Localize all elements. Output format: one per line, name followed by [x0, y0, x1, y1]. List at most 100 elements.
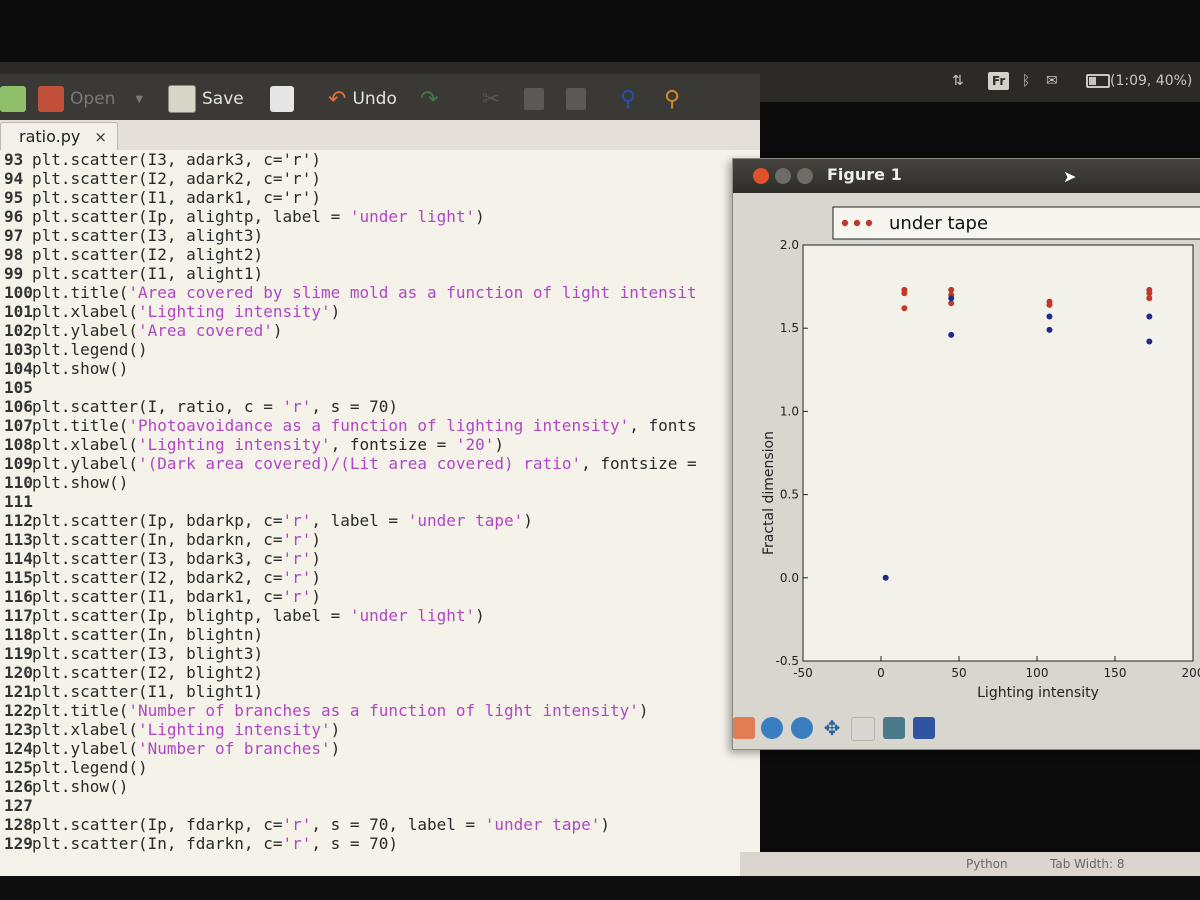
code-line: 99 plt.scatter(I1, alight1) [4, 264, 697, 283]
data-point-series-2 [948, 295, 955, 302]
code-text: plt.xlabel( [32, 302, 138, 321]
save-button[interactable]: Save [168, 82, 244, 116]
code-text: , label = [311, 511, 408, 530]
y-tick-label: 2.0 [780, 238, 799, 252]
tab-ratio-py[interactable]: ratio.py × [0, 122, 118, 150]
redo-button[interactable]: ↷ [420, 82, 438, 116]
line-number: 123 [4, 720, 33, 739]
back-icon[interactable] [761, 717, 783, 739]
window-close-icon[interactable] [753, 168, 769, 184]
string-literal: 'r' [282, 397, 312, 416]
string-literal: 'r' [282, 815, 312, 834]
legend: under tape [832, 206, 1200, 240]
line-number: 105 [4, 378, 33, 397]
code-line: 101plt.xlabel('Lighting intensity') [4, 302, 697, 321]
code-line: 107plt.title('Photoavoidance as a functi… [4, 416, 697, 435]
forward-icon[interactable] [791, 717, 813, 739]
string-literal: 'under tape' [407, 511, 524, 530]
code-text: plt.legend() [32, 758, 148, 777]
chevron-down-icon[interactable]: ▼ [135, 94, 143, 105]
copy-button[interactable] [524, 82, 544, 116]
network-arrows-icon[interactable]: ⇅ [952, 70, 964, 92]
line-number: 97 [4, 226, 24, 245]
data-point-series-2 [1146, 313, 1153, 320]
code-text: plt.title( [32, 701, 129, 720]
code-text: , s = 70) [311, 397, 399, 416]
x-axis-label: Lighting intensity [977, 685, 1099, 701]
scatter-plot: -50 0 50 100 150 200 -0.5 0.0 0.5 1.0 1.5 2.0 Light… [733, 193, 1200, 711]
code-line: 126plt.show() [4, 777, 697, 796]
paste-button[interactable] [566, 82, 586, 116]
string-literal: '20' [455, 435, 495, 454]
new-document-icon [0, 86, 26, 112]
zoom-icon[interactable] [851, 717, 875, 741]
code-text: ) [475, 207, 485, 226]
window-maximize-icon[interactable] [797, 168, 813, 184]
line-number: 114 [4, 549, 33, 568]
line-number: 98 [4, 245, 24, 264]
code-line: 113plt.scatter(In, bdarkn, c='r') [4, 530, 697, 549]
find-replace-icon: ⚲ [664, 86, 681, 112]
code-text: ) [311, 568, 321, 587]
line-number: 120 [4, 663, 33, 682]
code-text: ) [272, 321, 283, 340]
cut-button[interactable]: ✂ [482, 82, 500, 116]
line-number: 129 [4, 834, 33, 853]
find-button[interactable]: ⚲ [620, 82, 636, 116]
home-icon[interactable] [733, 717, 755, 739]
figure-title: Figure 1 [827, 165, 902, 184]
line-number: 108 [4, 435, 33, 454]
mail-icon[interactable]: ✉ [1046, 70, 1058, 92]
code-text: plt.scatter(I2, alight2) [32, 245, 264, 264]
keyboard-layout-indicator[interactable]: Fr [988, 72, 1010, 90]
code-line: 98 plt.scatter(I2, alight2) [4, 245, 697, 264]
code-text: plt.scatter(I3, alight3) [32, 226, 264, 245]
string-literal: 'r' [282, 568, 312, 587]
save-figure-icon[interactable] [913, 717, 935, 739]
x-tick-label: 0 [877, 666, 885, 680]
code-text: ) [330, 739, 341, 758]
find-replace-button[interactable]: ⚲ [664, 82, 680, 116]
line-number: 117 [4, 606, 33, 625]
string-literal: 'r' [282, 549, 312, 568]
editor-toolbar: Open ▼ Save ↶ Undo ↷ ✂ ⚲ ⚲ [0, 74, 760, 124]
code-line: 109plt.ylabel('(Dark area covered)/(Lit … [4, 454, 697, 473]
code-text: plt.ylabel( [32, 454, 138, 473]
code-text: ) [330, 302, 341, 321]
code-line: 127 [4, 796, 697, 815]
code-line: 128plt.scatter(Ip, fdarkp, c='r', s = 70… [4, 815, 697, 834]
code-line: 97 plt.scatter(I3, alight3) [4, 226, 697, 245]
tab-width-selector[interactable]: Tab Width: 8 [1050, 857, 1124, 871]
battery-icon[interactable] [1086, 74, 1110, 88]
code-text: plt.scatter(I3, bdark3, c= [32, 549, 283, 568]
code-text: plt.scatter(I1, adark1, c='r') [32, 188, 321, 207]
code-line: 116plt.scatter(I1, bdark1, c='r') [4, 587, 697, 606]
bluetooth-icon[interactable]: ᛒ [1022, 70, 1030, 92]
figure-titlebar[interactable]: Figure 1 ➤ [733, 159, 1200, 193]
code-line: 124plt.ylabel('Number of branches') [4, 739, 697, 758]
line-number: 122 [4, 701, 33, 720]
new-document-button[interactable] [0, 82, 26, 116]
line-number: 112 [4, 511, 33, 530]
configure-subplots-icon[interactable] [883, 717, 905, 739]
code-text: plt.scatter(I2, adark2, c='r') [32, 169, 321, 188]
undo-button[interactable]: ↶ Undo [328, 82, 397, 116]
window-minimize-icon[interactable] [775, 168, 791, 184]
data-point-under-tape [901, 305, 908, 312]
close-icon[interactable]: × [94, 123, 107, 151]
pan-icon[interactable]: ✥ [821, 717, 843, 739]
string-literal: 'Number of branches as a function of lig… [128, 701, 639, 720]
code-text: plt.scatter(In, bdarkn, c= [32, 530, 283, 549]
code-line: 120plt.scatter(I2, blight2) [4, 663, 697, 682]
code-line: 108plt.xlabel('Lighting intensity', font… [4, 435, 697, 454]
code-line: 102plt.ylabel('Area covered') [4, 321, 697, 340]
line-number: 109 [4, 454, 33, 473]
code-editor[interactable]: 93 plt.scatter(I3, adark3, c='r') 94 plt.sc… [0, 150, 760, 876]
open-button[interactable]: Open ▼ [38, 82, 143, 116]
code-text: plt.scatter(Ip, bdarkp, c= [32, 511, 283, 530]
language-selector[interactable]: Python [966, 857, 1008, 871]
print-button[interactable] [270, 82, 294, 116]
figure-window[interactable]: Figure 1 ➤ -50 0 50 100 150 200 -0.5 0.0 0.5 1.0 1… [732, 158, 1200, 750]
string-literal: 'Lighting intensity' [137, 720, 331, 739]
code-text: ) [311, 530, 321, 549]
